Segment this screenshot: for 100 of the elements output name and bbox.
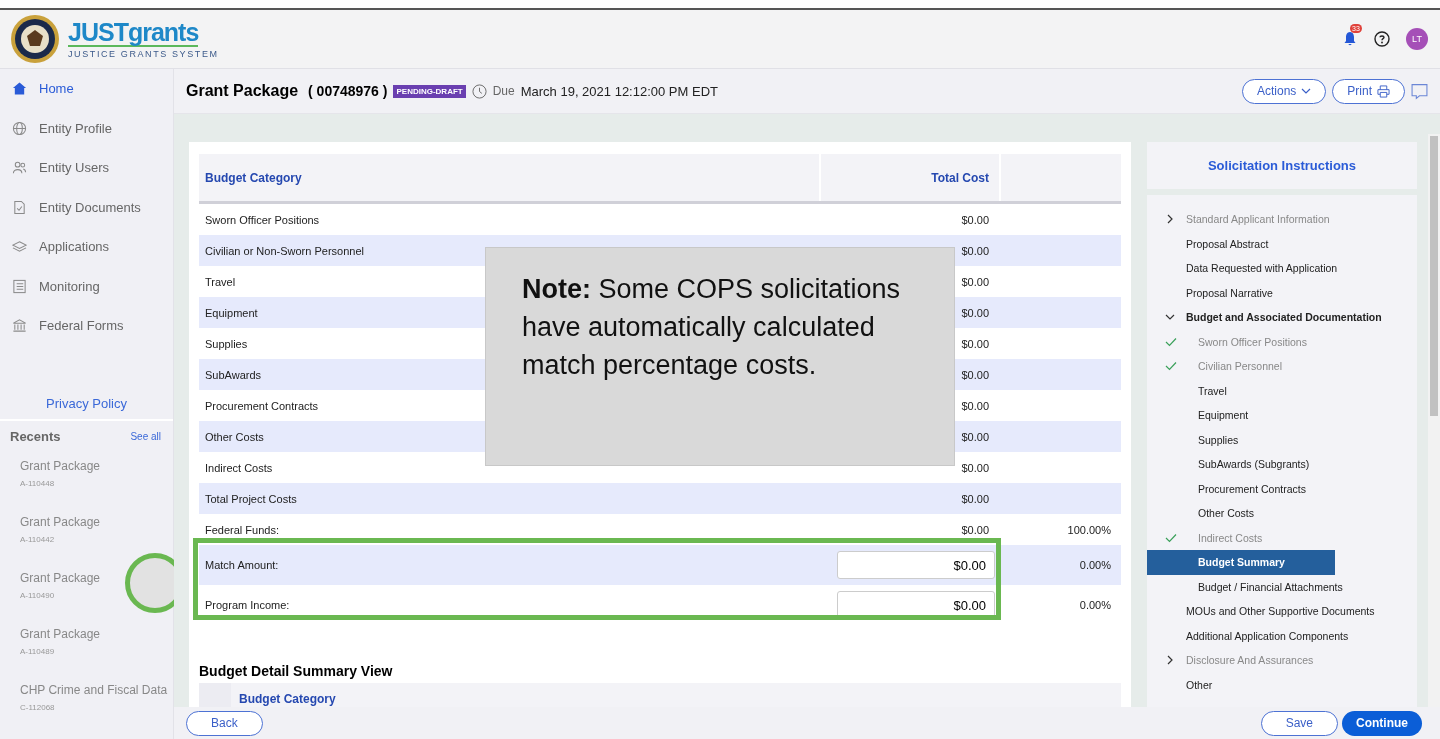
chevron-right-icon[interactable] xyxy=(1165,655,1175,666)
privacy-policy-link[interactable]: Privacy Policy xyxy=(46,395,127,411)
user-avatar[interactable]: LT xyxy=(1406,28,1428,50)
table-cell: $0.00 xyxy=(961,430,989,443)
chevron-down-icon xyxy=(1301,88,1312,94)
amount-input-field[interactable]: $0.00 xyxy=(837,551,995,579)
table-cell: 100.00% xyxy=(1067,523,1111,536)
see-all-link[interactable]: See all xyxy=(130,430,161,442)
recents-heading: Recents xyxy=(10,428,61,444)
tree-item[interactable]: Supplies xyxy=(1147,427,1335,452)
document-icon xyxy=(12,199,27,215)
help-icon[interactable] xyxy=(1374,31,1390,47)
list-icon xyxy=(12,278,27,294)
back-button[interactable]: Back xyxy=(186,710,263,736)
recent-item-link[interactable]: Grant Package xyxy=(20,570,101,585)
table-cell-text: Total Project Costs xyxy=(204,492,298,505)
section-heading: Budget Detail Summary View xyxy=(199,663,394,679)
continue-button[interactable]: Continue xyxy=(1342,710,1422,736)
table-cell: $0.00 xyxy=(961,492,989,505)
table-cell-text: Civilian or Non-Sworn Personnel xyxy=(204,244,365,257)
tree-item[interactable]: Other Costs xyxy=(1147,501,1335,526)
tree-item[interactable]: Additional Application Components xyxy=(1147,623,1349,648)
seal-logo-icon xyxy=(10,14,60,64)
tree-item[interactable]: Budget Summary xyxy=(1147,550,1335,575)
recent-item-link[interactable]: Grant Package xyxy=(20,458,101,473)
chevron-right-icon[interactable] xyxy=(1165,214,1175,225)
tree-item[interactable]: SubAwards (Subgrants) xyxy=(1147,452,1335,477)
tree-item[interactable]: Budget and Associated Documentation xyxy=(1147,305,1382,330)
table-cell: $0.00 xyxy=(961,368,989,381)
recent-item-id: A-110442 xyxy=(20,534,55,544)
recent-item-link[interactable]: CHP Crime and Fiscal Data xyxy=(20,682,168,697)
table-cell-text: Sworn Officer Positions xyxy=(204,213,321,226)
layers-icon xyxy=(12,239,27,255)
globe-icon xyxy=(12,120,27,136)
panel-title: Solicitation Instructions xyxy=(1207,158,1357,173)
tree-item[interactable]: Standard Applicant Information xyxy=(1147,207,1335,232)
table-cell: $0.00 xyxy=(961,213,989,226)
column-header: Budget Category xyxy=(199,154,821,201)
recent-item-id: A-110490 xyxy=(20,590,55,600)
recent-item-id: A-110448 xyxy=(20,478,55,488)
table-cell: $0.00 xyxy=(961,399,989,412)
tree-item[interactable]: Other xyxy=(1147,672,1335,697)
print-button[interactable]: Print xyxy=(1332,78,1405,104)
table-cell: $0.00 xyxy=(961,306,989,319)
table-cell-text: Procurement Contracts xyxy=(204,399,320,412)
logo-subtitle: JUSTICE GRANTS SYSTEM xyxy=(68,49,219,59)
tree-item[interactable]: Disclosure And Assurances xyxy=(1147,648,1335,673)
tree-item[interactable]: Indirect Costs xyxy=(1147,525,1335,550)
tree-item[interactable]: Budget / Financial Attachments xyxy=(1147,574,1343,599)
save-button[interactable]: Save xyxy=(1260,710,1338,736)
due-date: March 19, 2021 12:12:00 PM EDT xyxy=(520,83,718,99)
recent-item-link[interactable]: Grant Package xyxy=(20,626,101,641)
recent-item-id: C-112068 xyxy=(20,702,55,712)
scrollbar[interactable] xyxy=(1428,134,1440,707)
table-cell-text: Indirect Costs xyxy=(204,461,274,474)
table-cell-text: Equipment xyxy=(204,306,259,319)
tree-item[interactable]: Sworn Officer Positions xyxy=(1147,329,1335,354)
table-cell-text: Match Amount: xyxy=(204,559,280,571)
note-callout: Note: Some COPS solicitations have automatically calculated match percentage costs. xyxy=(485,247,955,466)
tree-item[interactable]: Data Requested with Application xyxy=(1147,256,1338,281)
sidebar-nav-item[interactable]: Monitoring xyxy=(0,266,173,306)
tree-item[interactable]: MOUs and Other Supportive Documents xyxy=(1147,599,1375,624)
clock-icon xyxy=(471,83,487,99)
tree-item[interactable]: Proposal Abstract xyxy=(1147,231,1335,256)
tree-item[interactable]: Equipment xyxy=(1147,403,1335,428)
home-icon xyxy=(12,81,27,97)
logo-wordmark: JUSTgrants xyxy=(68,19,199,47)
table-cell: 0.00% xyxy=(1079,559,1111,571)
table-cell-text: Other Costs xyxy=(204,430,265,443)
bank-icon xyxy=(12,318,27,334)
table-cell-text: Supplies xyxy=(204,337,249,350)
recent-item-link[interactable]: Grant Package xyxy=(20,514,101,529)
table-cell: $0.00 xyxy=(961,275,989,288)
tree-item[interactable]: Procurement Contracts xyxy=(1147,476,1335,501)
sidebar-nav-item[interactable]: Federal Forms xyxy=(0,306,173,346)
actions-button[interactable]: Actions xyxy=(1241,78,1327,104)
tree-item[interactable]: Civilian Personnel xyxy=(1147,354,1335,379)
table-cell: $0.00 xyxy=(961,337,989,350)
sidebar-nav-item[interactable]: Entity Users xyxy=(0,148,173,188)
tree-item[interactable]: Travel xyxy=(1147,378,1335,403)
users-icon xyxy=(12,160,27,176)
tree-item[interactable]: Proposal Narrative xyxy=(1147,280,1335,305)
sidebar-nav-item[interactable]: Home xyxy=(0,69,173,109)
table-cell: $0.00 xyxy=(961,523,989,536)
status-badge: PENDING-DRAFT xyxy=(393,84,466,98)
notification-bell-icon[interactable] xyxy=(1342,31,1358,47)
page-title: Grant Package xyxy=(186,82,299,100)
printer-icon xyxy=(1377,84,1390,98)
sidebar-nav-item[interactable]: Applications xyxy=(0,227,173,267)
table-cell: $0.00 xyxy=(961,461,989,474)
package-number: ( 00748976 ) xyxy=(308,83,388,99)
comment-icon[interactable] xyxy=(1411,82,1428,100)
table-cell-text: Federal Funds: xyxy=(204,523,280,536)
column-header: Total Cost xyxy=(821,154,1001,201)
table-cell: 0.00% xyxy=(1079,599,1111,611)
recent-item-id: A-110489 xyxy=(20,646,55,656)
table-cell-text: Program Income: xyxy=(204,599,291,611)
sidebar-nav-item[interactable]: Entity Documents xyxy=(0,187,173,227)
sidebar-nav-item[interactable]: Entity Profile xyxy=(0,108,173,148)
column-header: Budget Category xyxy=(239,692,336,706)
